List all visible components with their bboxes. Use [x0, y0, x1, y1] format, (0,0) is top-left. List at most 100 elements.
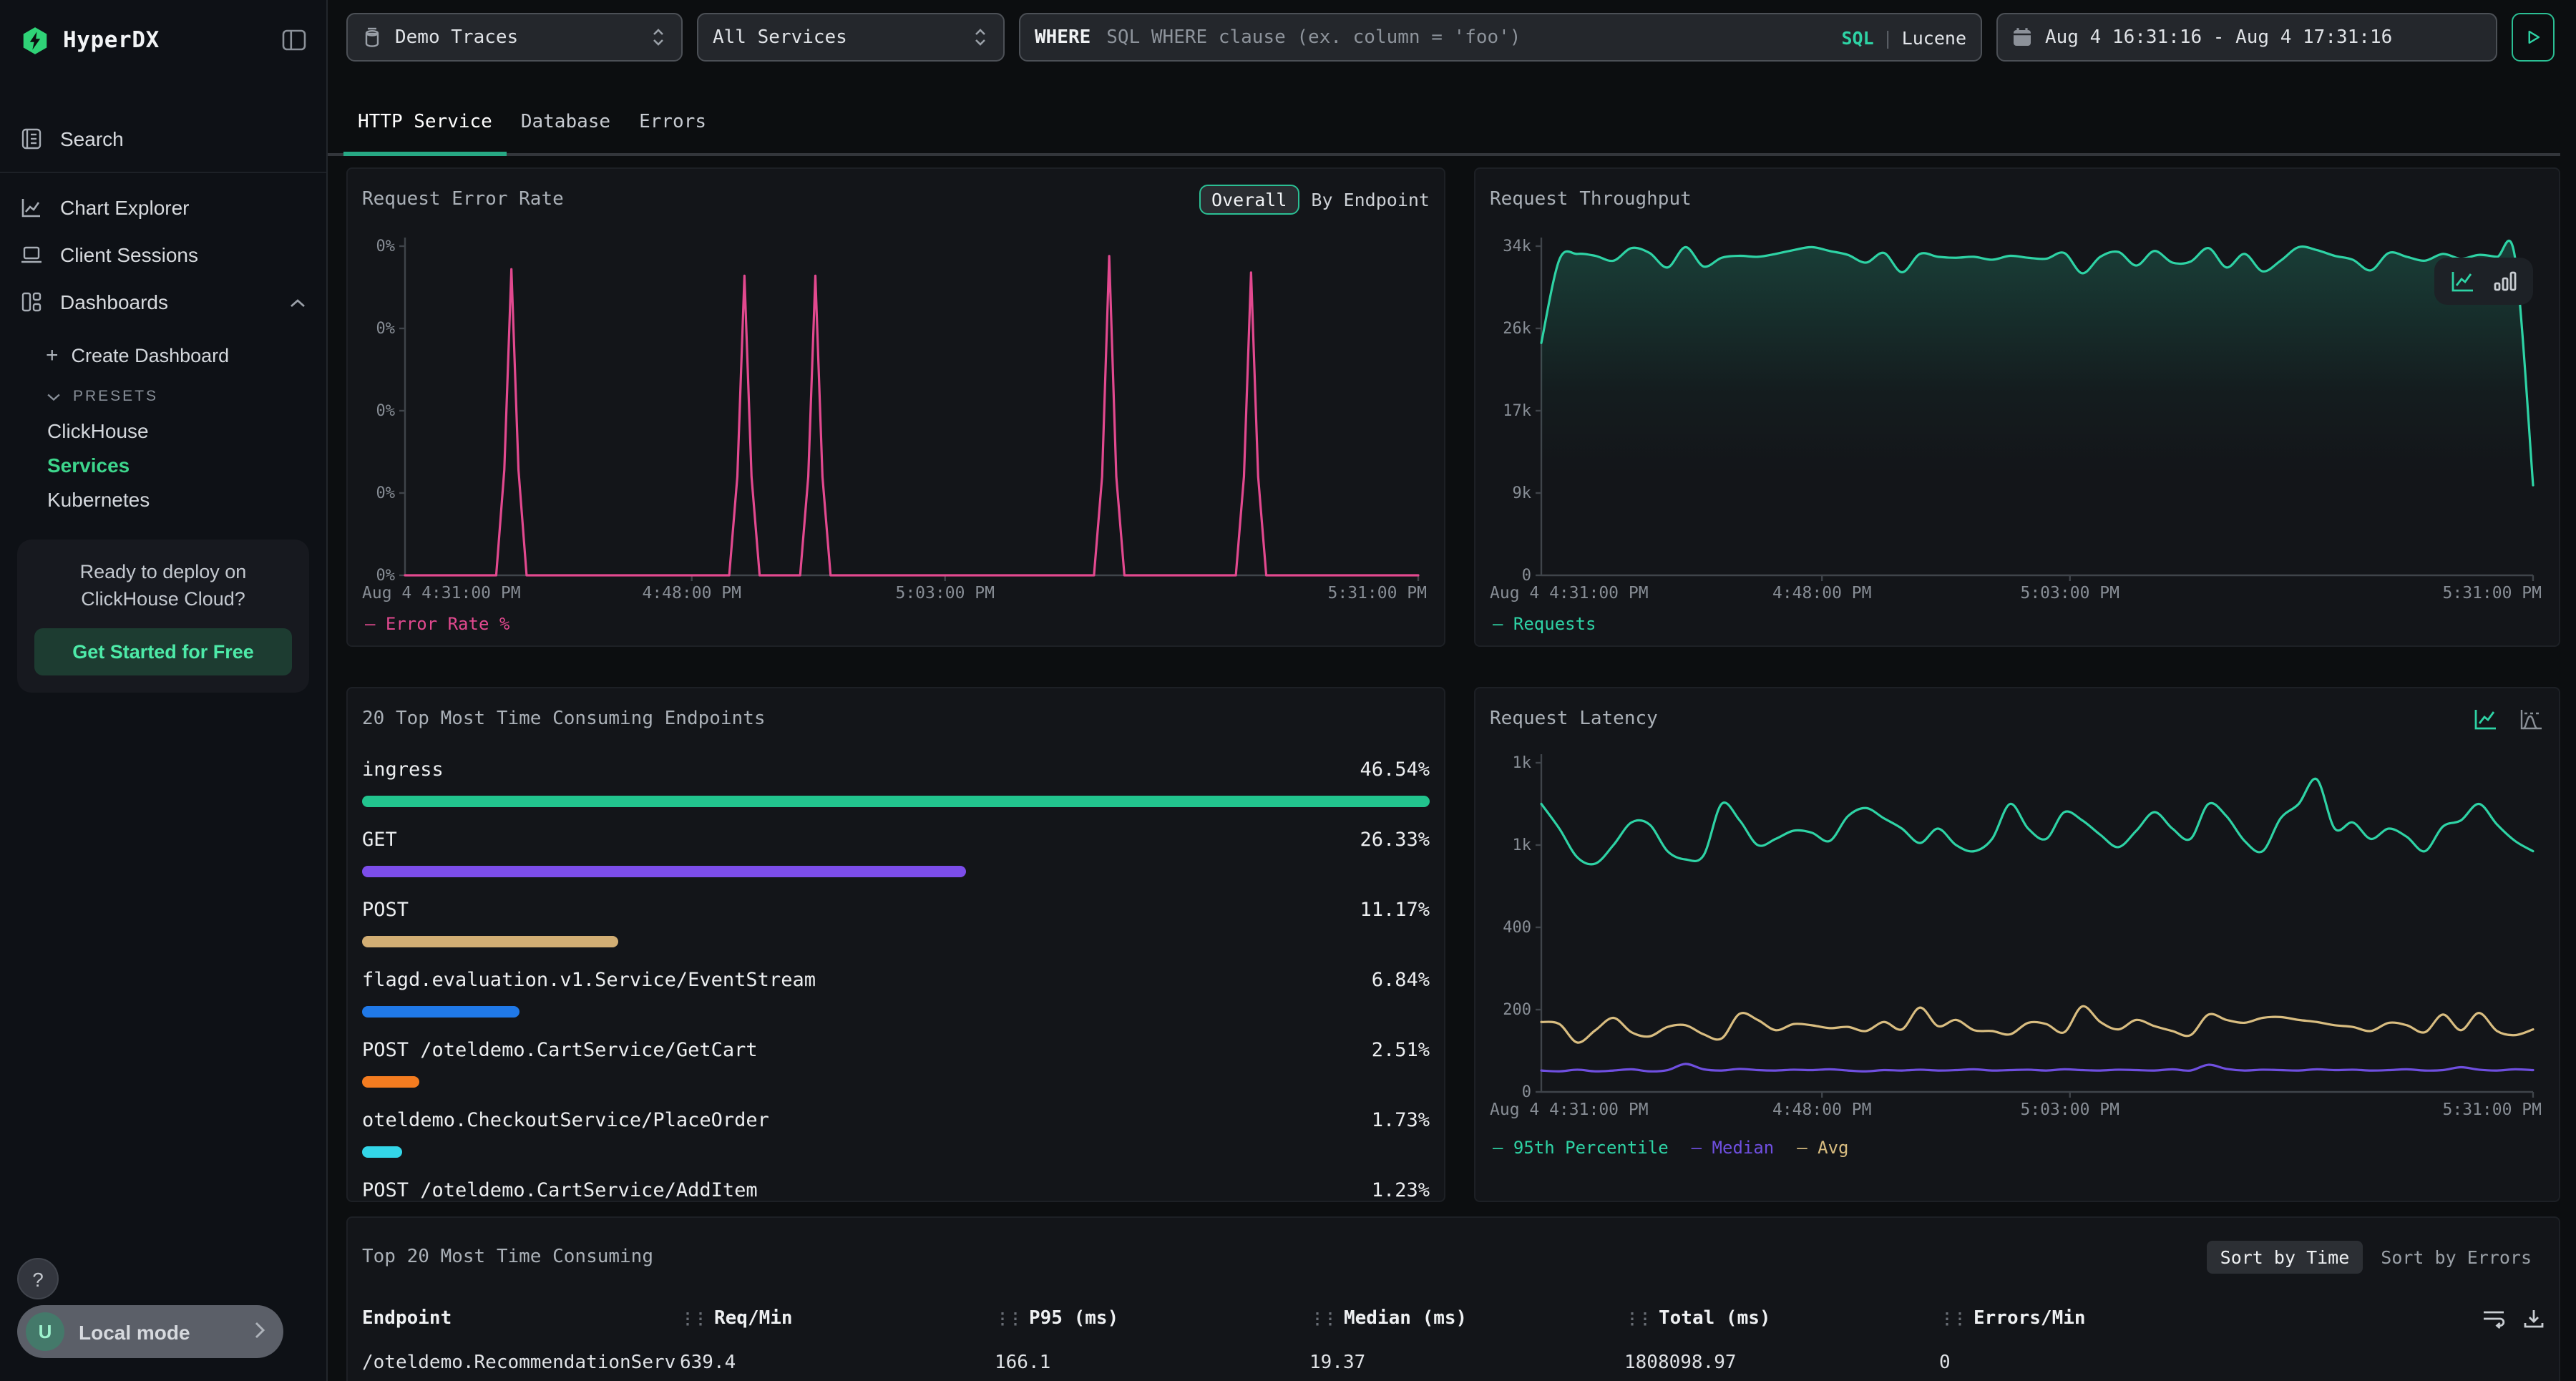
endpoint-bar-item[interactable]: POST /oteldemo.CartService/AddItem 1.23%	[362, 1176, 1430, 1202]
tab-http-service[interactable]: HTTP Service	[343, 112, 507, 153]
panel-request-latency: Request Latency	[1474, 687, 2560, 1202]
svg-text:0%: 0%	[376, 238, 396, 255]
selector-chevrons-icon	[650, 26, 667, 49]
sort-by-errors-button[interactable]: Sort by Errors	[2368, 1240, 2545, 1273]
svg-text:0%: 0%	[376, 320, 396, 338]
endpoint-bar-item[interactable]: GET 26.33%	[362, 826, 1430, 877]
svg-text:26k: 26k	[1503, 320, 1531, 338]
panel-top-20-table: Top 20 Most Time Consuming Sort by Time …	[346, 1216, 2560, 1381]
column-grip-icon[interactable]: ⋮⋮	[1309, 1309, 1335, 1327]
column-grip-icon[interactable]: ⋮⋮	[1624, 1309, 1650, 1327]
bar-chart-icon[interactable]	[2493, 269, 2517, 293]
service-select[interactable]: All Services	[697, 13, 1005, 62]
endpoint-percent: 26.33%	[1360, 829, 1430, 851]
sidebar-item-search[interactable]: Search	[0, 114, 326, 162]
column-grip-icon[interactable]: ⋮⋮	[1939, 1309, 1965, 1327]
endpoint-bar-item[interactable]: ingress 46.54%	[362, 756, 1430, 807]
overall-toggle-button[interactable]: Overall	[1199, 184, 1299, 214]
svg-text:34k: 34k	[1503, 238, 1531, 255]
table-column-header[interactable]: ⋮⋮Total (ms)	[1624, 1307, 1939, 1329]
svg-text:200: 200	[1503, 1001, 1531, 1019]
promo-text-line2: ClickHouse Cloud?	[34, 585, 292, 613]
svg-text:4:48:00 PM: 4:48:00 PM	[1772, 1101, 1871, 1119]
table-column-header[interactable]: ⋮⋮Req/Min	[680, 1307, 995, 1329]
endpoint-percent: 46.54%	[1360, 758, 1430, 781]
legend-item[interactable]: — Requests	[1493, 614, 1596, 634]
legend-item[interactable]: — Error Rate %	[365, 614, 509, 634]
column-grip-icon[interactable]: ⋮⋮	[680, 1309, 706, 1327]
svg-text:5:31:00 PM: 5:31:00 PM	[2443, 1101, 2542, 1119]
search-input[interactable]	[1103, 25, 1841, 49]
sidebar-collapse-icon[interactable]	[282, 29, 306, 52]
legend-item[interactable]: — Median	[1692, 1138, 1775, 1158]
table-column-header[interactable]: ⋮⋮P95 (ms)	[995, 1307, 1309, 1329]
journal-icon	[20, 126, 44, 150]
svg-text:400: 400	[1503, 919, 1531, 937]
endpoint-label: flagd.evaluation.v1.Service/EventStream	[362, 969, 816, 992]
line-chart-icon[interactable]	[2473, 706, 2499, 731]
chart-line-icon	[20, 195, 44, 219]
svg-text:0%: 0%	[376, 484, 396, 502]
laptop-icon	[20, 242, 44, 266]
sidebar-item-dashboards[interactable]: Dashboards	[0, 278, 326, 325]
tab-errors[interactable]: Errors	[625, 112, 721, 153]
download-icon[interactable]	[2523, 1307, 2545, 1329]
sidebar-item-chart-explorer[interactable]: Chart Explorer	[0, 183, 326, 230]
table-column-header[interactable]: Endpoint	[362, 1307, 680, 1329]
histogram-icon[interactable]	[2519, 706, 2545, 731]
by-endpoint-toggle-button[interactable]: By Endpoint	[1311, 188, 1430, 210]
svg-text:4:48:00 PM: 4:48:00 PM	[642, 584, 741, 602]
panel-title: Request Latency	[1490, 708, 1658, 729]
where-search-box[interactable]: WHERE SQL | Lucene	[1019, 13, 1982, 62]
endpoint-percent: 2.51%	[1372, 1039, 1430, 1062]
lucene-mode-toggle[interactable]: Lucene	[1902, 26, 1966, 48]
tab-database[interactable]: Database	[507, 112, 625, 153]
time-range-value: Aug 4 16:31:16 - Aug 4 17:31:16	[2045, 26, 2392, 48]
user-menu[interactable]: U Local mode	[17, 1305, 283, 1358]
get-started-button[interactable]: Get Started for Free	[34, 628, 292, 675]
legend-item[interactable]: — Avg	[1797, 1138, 1848, 1158]
source-select-value: Demo Traces	[395, 26, 518, 48]
svg-text:1k: 1k	[1513, 836, 1532, 854]
source-select[interactable]: Demo Traces	[346, 13, 683, 62]
sql-mode-toggle[interactable]: SQL	[1841, 26, 1873, 48]
endpoint-percent: 1.73%	[1372, 1109, 1430, 1132]
panel-top-endpoints: 20 Top Most Time Consuming Endpoints ing…	[346, 687, 1445, 1202]
endpoint-bar-item[interactable]: POST /oteldemo.CartService/GetCart 2.51%	[362, 1036, 1430, 1088]
presets-group-toggle[interactable]: PRESETS	[0, 379, 326, 414]
table-header-row: Endpoint⋮⋮Req/Min⋮⋮P95 (ms)⋮⋮Median (ms)…	[362, 1298, 2545, 1338]
hyperdx-logo-icon	[20, 25, 50, 55]
endpoint-bar-item[interactable]: oteldemo.CheckoutService/PlaceOrder 1.73…	[362, 1106, 1430, 1158]
column-grip-icon[interactable]: ⋮⋮	[995, 1309, 1020, 1327]
sidebar-item-services[interactable]: Services	[0, 448, 326, 482]
layout-grid-icon	[20, 289, 44, 313]
create-dashboard-button[interactable]: + Create Dashboard	[0, 336, 326, 374]
run-query-button[interactable]	[2512, 13, 2555, 62]
help-button[interactable]: ?	[17, 1258, 59, 1299]
error-rate-chart[interactable]: 0%0%0%0%0%Aug 4 4:31:00 PM4:48:00 PM5:03…	[362, 218, 1430, 607]
svg-text:Aug 4 4:31:00 PM: Aug 4 4:31:00 PM	[1490, 584, 1649, 602]
endpoint-label: POST	[362, 899, 409, 922]
time-range-picker[interactable]: Aug 4 16:31:16 - Aug 4 17:31:16	[1996, 13, 2497, 62]
panel-title: Request Throughput	[1490, 188, 1692, 210]
svg-text:5:31:00 PM: 5:31:00 PM	[2443, 584, 2542, 602]
chevron-up-icon	[289, 290, 306, 313]
endpoint-bar	[362, 936, 618, 947]
sort-by-time-button[interactable]: Sort by Time	[2207, 1240, 2363, 1273]
mode-divider: |	[1883, 26, 1893, 48]
sidebar-item-clickhouse[interactable]: ClickHouse	[0, 414, 326, 448]
table-column-header[interactable]: ⋮⋮Errors/Min	[1939, 1307, 2476, 1329]
latency-chart[interactable]: 02004001k1kAug 4 4:31:00 PM4:48:00 PM5:0…	[1490, 748, 2545, 1123]
table-column-header[interactable]: ⋮⋮Median (ms)	[1309, 1307, 1624, 1329]
sidebar-item-kubernetes[interactable]: Kubernetes	[0, 482, 326, 517]
line-chart-icon[interactable]	[2450, 269, 2476, 293]
endpoint-percent: 1.23%	[1372, 1179, 1430, 1202]
endpoint-bar-item[interactable]: flagd.evaluation.v1.Service/EventStream …	[362, 966, 1430, 1018]
svg-text:5:03:00 PM: 5:03:00 PM	[2020, 584, 2119, 602]
endpoint-bar-item[interactable]: POST 11.17%	[362, 896, 1430, 947]
wrap-lines-icon[interactable]	[2482, 1307, 2506, 1329]
sidebar-item-client-sessions[interactable]: Client Sessions	[0, 230, 326, 278]
throughput-chart[interactable]: 09k17k26k34kAug 4 4:31:00 PM4:48:00 PM5:…	[1490, 218, 2545, 607]
table-row[interactable]: /oteldemo.RecommendationServ639.4166.119…	[362, 1341, 2545, 1381]
legend-item[interactable]: — 95th Percentile	[1493, 1138, 1669, 1158]
